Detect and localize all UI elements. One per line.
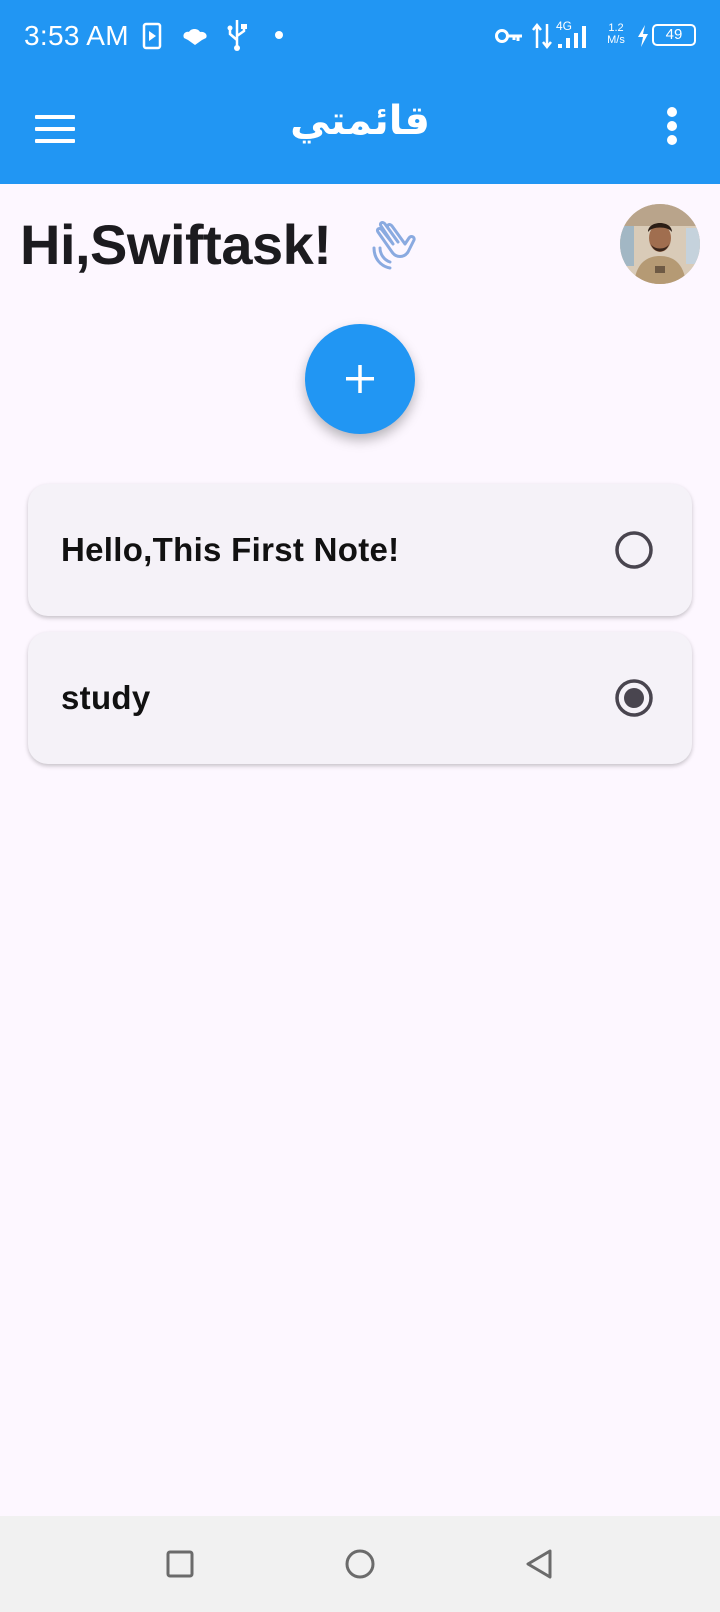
task-title: Hello,This First Note! <box>61 531 400 568</box>
app-title: قائمتي <box>290 98 430 144</box>
vpn-key-icon <box>495 29 522 43</box>
navigation-bar <box>0 1516 720 1612</box>
radio-checked-icon[interactable] <box>614 678 654 718</box>
task-list: Hello,This First Note! study <box>28 484 692 780</box>
charging-icon <box>638 25 648 47</box>
status-bar: 3:53 AM 4G 1.2 M/s 49 <box>0 0 720 74</box>
plus-icon <box>346 365 374 393</box>
waving-hand-icon <box>372 221 416 270</box>
task-title: study <box>61 679 151 716</box>
battery-icon: 49 <box>652 24 696 46</box>
speed-unit: M/s <box>607 34 625 46</box>
screen: 3:53 AM 4G 1.2 M/s 49 قائمتي Hi,Swiftask… <box>0 0 720 1612</box>
cloud-icon <box>183 29 207 45</box>
back-icon[interactable] <box>520 1544 560 1584</box>
avatar[interactable] <box>620 204 700 284</box>
more-vert-icon[interactable] <box>652 102 692 156</box>
task-card[interactable]: Hello,This First Note! <box>28 484 692 616</box>
avatar-image <box>620 204 700 284</box>
usb-icon <box>227 20 247 51</box>
radio-unchecked-icon[interactable] <box>614 530 654 570</box>
add-task-button[interactable] <box>305 324 415 434</box>
speed-value: 1.2 <box>608 22 624 34</box>
task-card[interactable]: study <box>28 632 692 764</box>
home-icon[interactable] <box>340 1544 380 1584</box>
signal-icon <box>558 26 586 48</box>
app-bar: قائمتي <box>0 74 720 184</box>
greeting-text: Hi,Swiftask! <box>20 213 332 276</box>
speed-indicator: 1.2 M/s <box>602 22 630 46</box>
data-arrows-icon <box>532 22 552 50</box>
screen-record-icon <box>142 22 162 50</box>
status-time: 3:53 AM <box>24 20 129 51</box>
battery-level: 49 <box>665 26 683 43</box>
dot-icon <box>275 31 283 39</box>
recent-apps-icon[interactable] <box>160 1544 200 1584</box>
